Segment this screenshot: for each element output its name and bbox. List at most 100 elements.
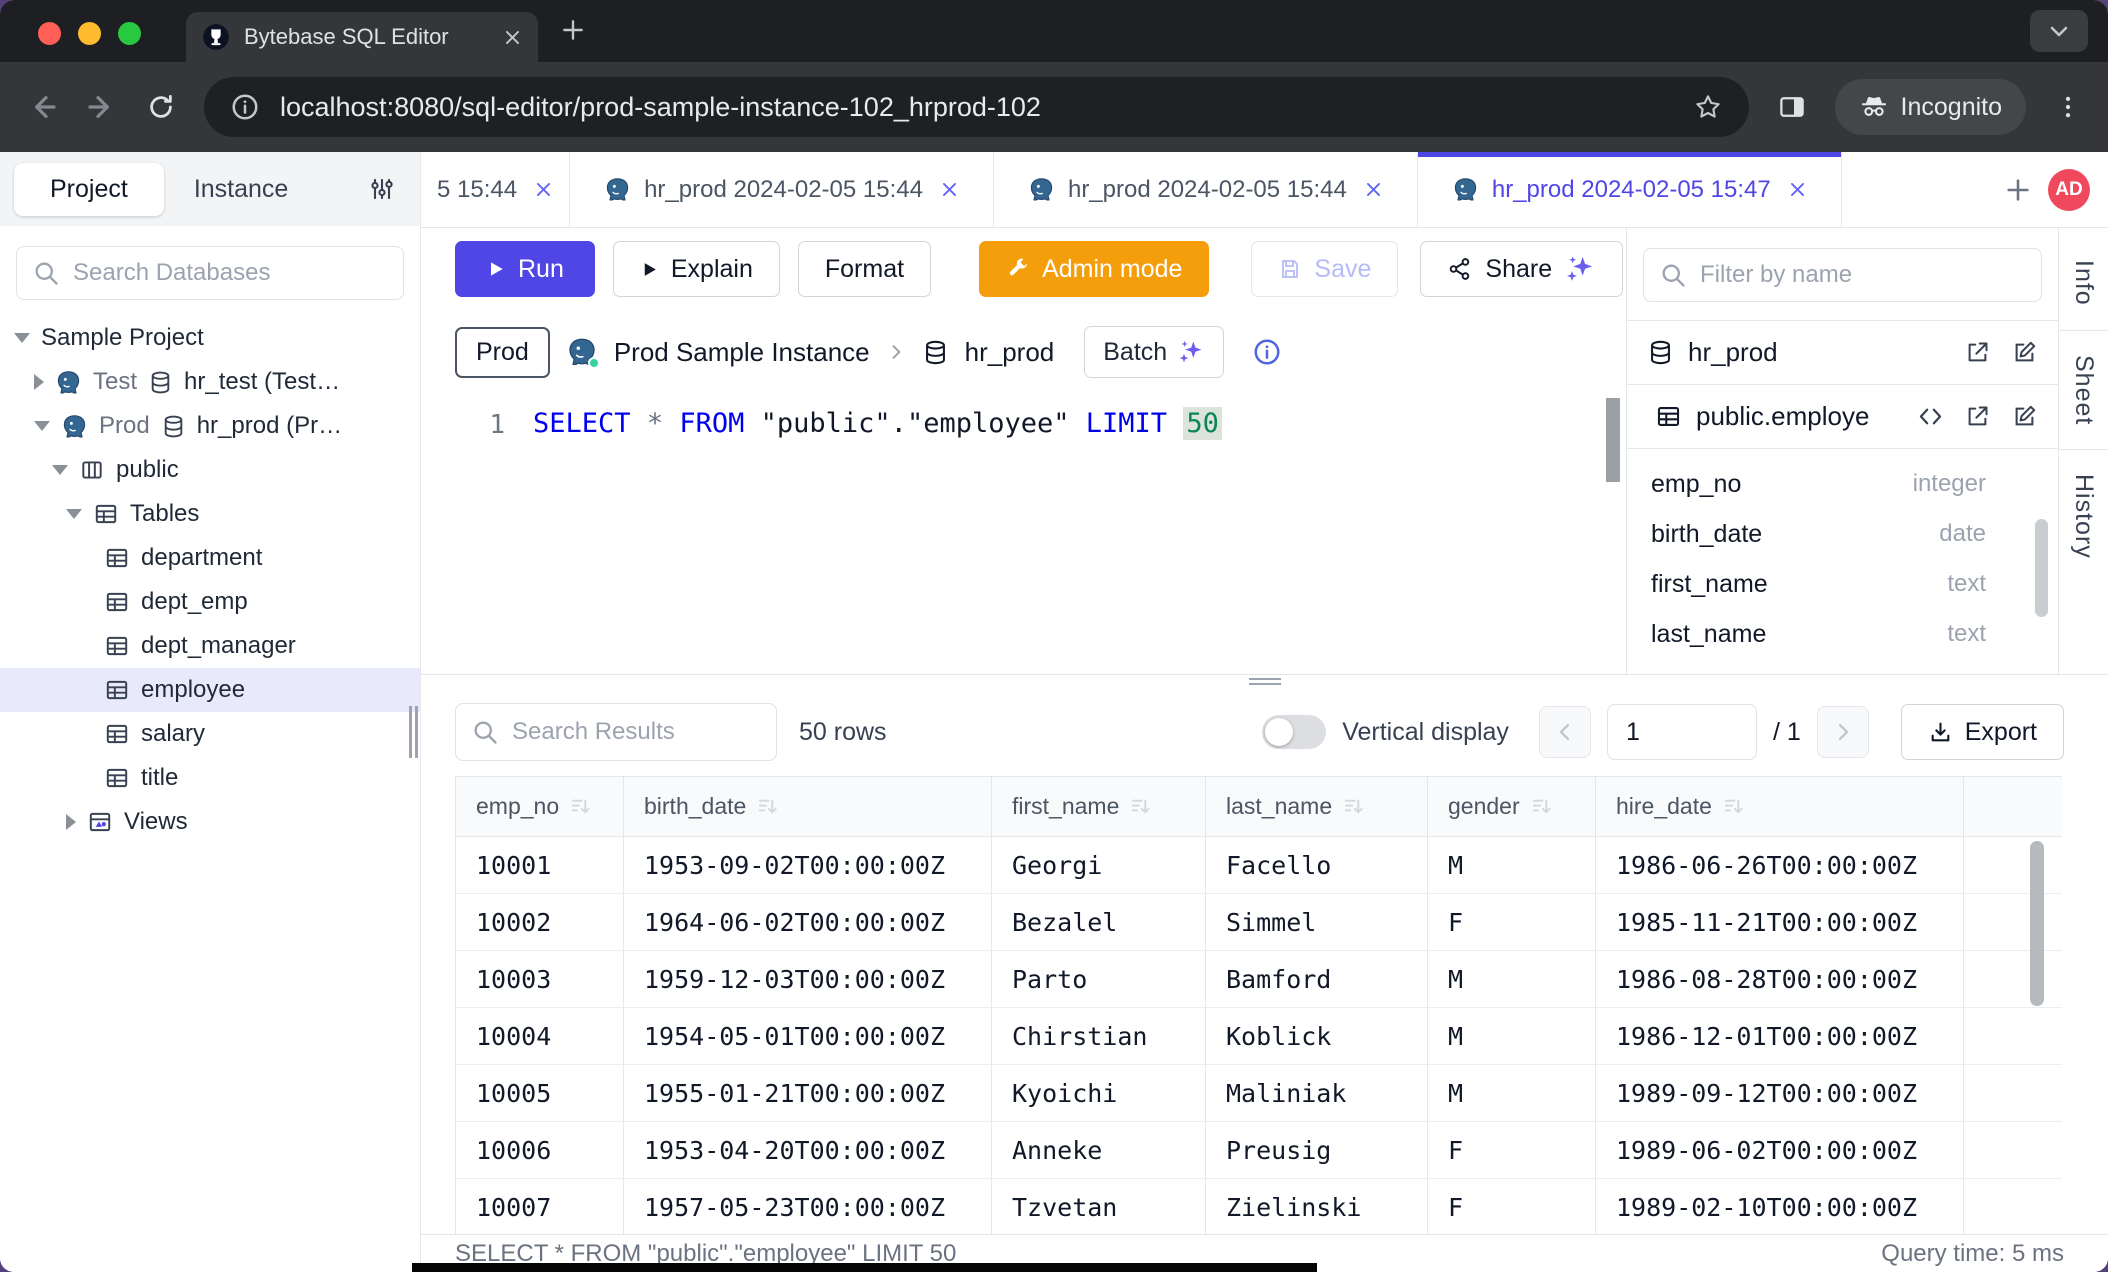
table-row[interactable]: 10007 1957-05-23T00:00:00Z Tzvetan Zieli… [456,1179,2062,1234]
chevron-down-icon[interactable] [14,333,30,343]
new-tab-button[interactable] [560,17,586,48]
cell[interactable]: 10005 [456,1065,624,1121]
table-row[interactable]: 10001 1953-09-02T00:00:00Z Georgi Facell… [456,837,2062,894]
tree-item-hr-prod[interactable]: Prod hr_prod (Pr… [0,404,420,448]
tree-item-table-dept-emp[interactable]: dept_emp [0,580,420,624]
column-header[interactable]: hire_date [1596,777,1964,836]
cell[interactable]: Kyoichi [992,1065,1206,1121]
back-icon[interactable] [26,91,58,123]
close-icon[interactable] [534,180,553,199]
tree-settings-icon[interactable] [368,175,396,203]
instance-name[interactable]: Prod Sample Instance [614,337,870,368]
reload-icon[interactable] [146,92,176,122]
schema-database-row[interactable]: hr_prod [1627,320,2058,384]
info-circle-icon[interactable] [1252,337,1282,367]
url-text[interactable]: localhost:8080/sql-editor/prod-sample-in… [280,92,1673,123]
cell[interactable]: 10001 [456,837,624,893]
cell[interactable]: 1964-06-02T00:00:00Z [624,894,992,950]
sort-icon[interactable] [569,795,592,818]
share-button[interactable]: Share [1420,241,1623,297]
cell[interactable]: 1989-02-10T00:00:00Z [1596,1179,1964,1234]
cell[interactable]: Facello [1206,837,1428,893]
table-row[interactable]: 10006 1953-04-20T00:00:00Z Anneke Preusi… [456,1122,2062,1179]
table-row[interactable]: 10005 1955-01-21T00:00:00Z Kyoichi Malin… [456,1065,2062,1122]
cell[interactable]: 10002 [456,894,624,950]
column-header[interactable]: birth_date [624,777,992,836]
sort-icon[interactable] [1129,795,1152,818]
cell[interactable]: F [1428,1122,1596,1178]
address-bar[interactable]: localhost:8080/sql-editor/prod-sample-in… [204,77,1749,137]
editor-tab-4-active[interactable]: hr_prod 2024-02-05 15:47 [1418,152,1842,227]
vertical-display-toggle[interactable] [1262,715,1326,749]
close-window-button[interactable] [38,22,61,45]
cell[interactable]: Koblick [1206,1008,1428,1064]
panel-splitter[interactable] [421,674,2108,688]
table-row[interactable]: 10002 1964-06-02T00:00:00Z Bezalel Simme… [456,894,2062,951]
sql-editor[interactable]: 1 SELECT * FROM "public"."employee" LIMI… [421,394,1626,674]
cell[interactable]: Georgi [992,837,1206,893]
cell[interactable]: Maliniak [1206,1065,1428,1121]
editor-tab-1[interactable]: 5 15:44 [421,152,570,227]
tree-item-views-group[interactable]: Views [0,800,420,844]
results-scrollbar[interactable] [2030,841,2044,1006]
sql-code-line[interactable]: SELECT * FROM "public"."employee" LIMIT … [533,408,1222,439]
table-row[interactable]: 10003 1959-12-03T00:00:00Z Parto Bamford… [456,951,2062,1008]
sort-icon[interactable] [1530,795,1553,818]
cell[interactable]: 1959-12-03T00:00:00Z [624,951,992,1007]
avatar[interactable]: AD [2048,169,2090,211]
cell[interactable]: 1986-08-28T00:00:00Z [1596,951,1964,1007]
column-list-scrollbar[interactable] [2035,519,2048,617]
rail-tab-info[interactable]: Info [2059,236,2108,330]
cell[interactable]: 1954-05-01T00:00:00Z [624,1008,992,1064]
external-link-icon[interactable] [1964,403,1991,430]
chevron-right-icon[interactable] [66,814,76,830]
run-button[interactable]: Run [455,241,595,297]
window-controls[interactable] [38,22,141,45]
cell[interactable]: Tzvetan [992,1179,1206,1234]
editor-scrollbar[interactable] [1606,398,1620,482]
zoom-window-button[interactable] [118,22,141,45]
external-link-icon[interactable] [1964,339,1991,366]
close-icon[interactable] [1364,180,1383,199]
close-icon[interactable] [1788,180,1807,199]
tree-item-table-employee[interactable]: employee [0,668,420,712]
cell[interactable]: 1989-09-12T00:00:00Z [1596,1065,1964,1121]
tab-search-button[interactable] [2030,10,2088,52]
cell[interactable]: Anneke [992,1122,1206,1178]
cell[interactable]: 10007 [456,1179,624,1234]
tree-item-table-title[interactable]: title [0,756,420,800]
chevron-down-icon[interactable] [66,509,82,519]
database-name[interactable]: hr_prod [965,337,1055,368]
cell[interactable]: 1989-06-02T00:00:00Z [1596,1122,1964,1178]
column-header[interactable]: last_name [1206,777,1428,836]
column-header[interactable]: emp_no [456,777,624,836]
environment-chip[interactable]: Prod [455,327,550,378]
search-databases-input[interactable] [16,246,404,300]
side-panel-icon[interactable] [1777,92,1807,122]
cell[interactable]: 1953-04-20T00:00:00Z [624,1122,992,1178]
code-icon[interactable] [1917,403,1944,430]
cell[interactable]: M [1428,837,1596,893]
sort-icon[interactable] [1342,795,1365,818]
editor-tab-2[interactable]: hr_prod 2024-02-05 15:44 [570,152,994,227]
tree-item-table-salary[interactable]: salary [0,712,420,756]
cell[interactable]: F [1428,1179,1596,1234]
column-row[interactable]: emp_no integer [1627,459,2058,509]
cell[interactable]: Simmel [1206,894,1428,950]
edit-icon[interactable] [2011,339,2038,366]
page-number-input[interactable] [1607,704,1757,760]
site-info-icon[interactable] [230,92,260,122]
column-row[interactable]: first_name text [1627,559,2058,609]
bookmark-star-icon[interactable] [1693,92,1723,122]
cell[interactable]: 1957-05-23T00:00:00Z [624,1179,992,1234]
column-row[interactable]: last_name text [1627,609,2058,659]
search-results-input[interactable] [455,703,777,761]
cell[interactable]: M [1428,1008,1596,1064]
cell[interactable]: 10006 [456,1122,624,1178]
tree-item-tables-group[interactable]: Tables [0,492,420,536]
edit-icon[interactable] [2011,403,2038,430]
vertical-splitter-grip-icon[interactable] [409,706,418,758]
next-page-button[interactable] [1817,706,1869,758]
format-button[interactable]: Format [798,241,931,297]
minimize-window-button[interactable] [78,22,101,45]
